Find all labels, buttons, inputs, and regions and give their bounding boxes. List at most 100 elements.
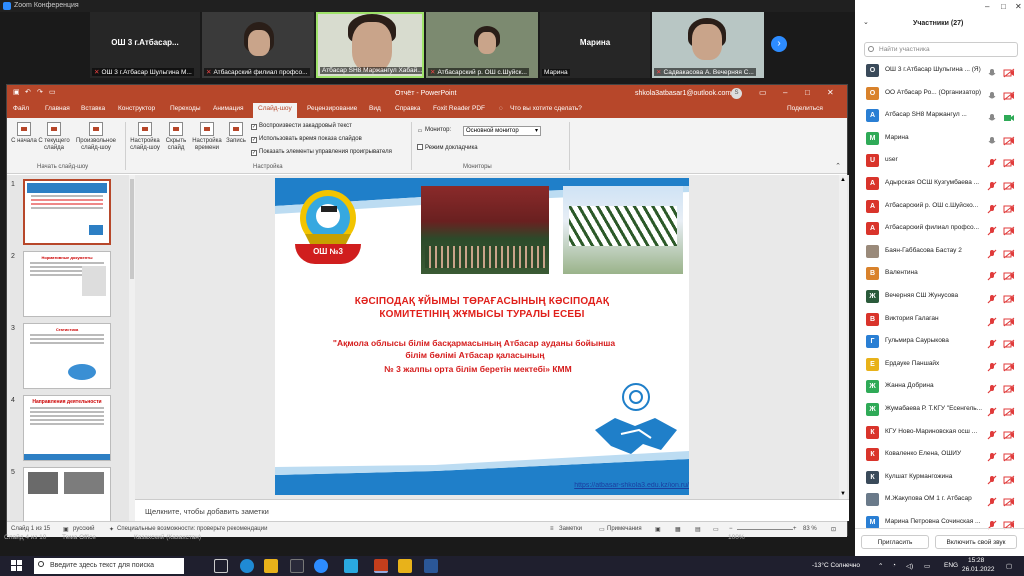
participant-row[interactable]: Ж Жанна Добрина	[863, 376, 1019, 398]
folder-icon[interactable]	[398, 559, 412, 573]
chevron-down-icon[interactable]: ⌄	[863, 18, 869, 26]
zoom-taskbar-icon[interactable]	[314, 559, 328, 573]
camera-off-icon[interactable]	[1003, 268, 1015, 281]
fit-slide-icon[interactable]: ⊡	[831, 526, 836, 533]
minimize-icon[interactable]: –	[783, 88, 787, 97]
save-icon[interactable]: ▣	[13, 88, 20, 96]
camera-off-icon[interactable]	[1003, 88, 1015, 100]
participant-row[interactable]: О ОО Атбасар Ро... (Организатор)	[863, 83, 1019, 105]
participant-row[interactable]: К Коваленко Елена, ОШИУ	[863, 444, 1019, 466]
clock-date[interactable]: 26.01.2022	[962, 566, 995, 573]
close-icon[interactable]: ✕	[827, 88, 834, 97]
participant-search-input[interactable]: Найти участника	[864, 42, 1018, 57]
comments-toggle[interactable]: Примечания	[607, 526, 642, 532]
tray-chevron-icon[interactable]: ⌃	[878, 562, 883, 570]
presenter-view-checkbox[interactable]: Режим докладчика	[417, 144, 478, 151]
camera-off-icon[interactable]	[1003, 246, 1015, 259]
camera-off-icon[interactable]	[1003, 494, 1015, 507]
hide-slide-button[interactable]: Скрыть слайд	[163, 122, 189, 152]
zoom-level[interactable]: 83 %	[803, 526, 817, 532]
camera-off-icon[interactable]	[1003, 449, 1015, 462]
tab-insert[interactable]: Вставка	[81, 105, 105, 112]
custom-show-button[interactable]: Произвольное слайд-шоу	[71, 122, 121, 152]
video-tile-5[interactable]: Марина Марина	[540, 12, 650, 78]
microphone-muted-icon[interactable]	[987, 517, 997, 530]
camera-off-icon[interactable]	[1003, 381, 1015, 394]
setup-show-button[interactable]: Настройка слайд-шоу	[127, 122, 163, 152]
video-tile-3-active-speaker[interactable]: Атбасар SH8 Маржангул Хабай...	[316, 12, 424, 78]
next-page-arrow-icon[interactable]: ›	[771, 36, 787, 52]
volume-icon[interactable]: ◁)	[906, 562, 913, 570]
microphone-muted-icon[interactable]	[987, 472, 997, 485]
scroll-up-icon[interactable]: ▲	[840, 177, 846, 183]
account-avatar[interactable]: S	[731, 88, 742, 99]
microphone-muted-icon[interactable]	[987, 223, 997, 236]
maximize-icon[interactable]: □	[805, 88, 810, 97]
camera-off-icon[interactable]	[1003, 472, 1015, 485]
accessibility-status[interactable]: Специальные возможности: проверьте реком…	[117, 526, 267, 532]
participant-row[interactable]: А Адырская ОСШ Кузгумбаева ...	[863, 173, 1019, 195]
account-email[interactable]: shkola3atbasar1@outlook.com	[635, 90, 731, 97]
zoom-in-icon[interactable]: +	[793, 526, 797, 532]
microphone-muted-icon[interactable]	[987, 201, 997, 214]
telegram-icon[interactable]	[344, 559, 358, 573]
camera-on-icon[interactable]	[1003, 110, 1015, 122]
camera-off-icon[interactable]	[1003, 427, 1015, 439]
participant-row[interactable]: Е Ердауке Паншайх	[863, 354, 1019, 376]
participant-row[interactable]: В Валентина	[863, 263, 1019, 285]
slide-link[interactable]: https://atbasar-shkola3.edu.kz/ion.ru/	[425, 482, 689, 489]
accessibility-icon[interactable]: ✦	[109, 526, 114, 533]
redo-icon[interactable]: ↷	[37, 88, 43, 96]
slide-scrollbar[interactable]: ▲ ▼	[839, 175, 847, 499]
slide-sorter-icon[interactable]: ▦	[675, 526, 681, 533]
camera-off-icon[interactable]	[1003, 291, 1015, 304]
tab-home[interactable]: Главная	[45, 105, 70, 112]
present-icon[interactable]: ▭	[49, 88, 56, 96]
microphone-muted-icon[interactable]	[987, 404, 997, 417]
rehearse-timings-button[interactable]: Настройка времени	[191, 122, 223, 152]
camera-off-icon[interactable]	[1003, 359, 1015, 372]
camera-off-icon[interactable]	[1003, 223, 1015, 236]
participant-row[interactable]: М Марина	[863, 128, 1019, 150]
participant-row[interactable]: Баян-Габбасова Бастау 2	[863, 241, 1019, 263]
microphone-muted-icon[interactable]	[987, 359, 997, 372]
scroll-down-icon[interactable]: ▼	[840, 491, 846, 497]
reading-view-icon[interactable]: ▤	[695, 526, 701, 533]
windows-start-icon[interactable]	[11, 560, 23, 572]
play-narrations-checkbox[interactable]: ✓ Воспроизвести закадровый текст	[251, 123, 352, 130]
edge-icon[interactable]	[240, 559, 254, 573]
tab-file[interactable]: Файл	[13, 105, 29, 112]
share-button[interactable]: Поделиться	[787, 105, 823, 112]
slide-thumbnail-5[interactable]	[23, 467, 111, 521]
camera-off-icon[interactable]	[1003, 404, 1015, 417]
participant-row[interactable]: А Атбасарский филиал профсо...	[863, 218, 1019, 240]
notifications-icon[interactable]: ▢	[1006, 562, 1012, 570]
video-tile-1[interactable]: ОШ 3 г.Атбасар... ✕ ОШ 3 г.Атбасар Шульги…	[90, 12, 200, 78]
microphone-muted-icon[interactable]	[987, 291, 997, 304]
participant-row[interactable]: Ж Вечерняя СШ Жунусова	[863, 286, 1019, 308]
file-explorer-icon[interactable]	[264, 559, 278, 573]
participant-row[interactable]: О ОШ 3 г.Атбасар Шульгина ... (Я)	[863, 60, 1019, 82]
weather-widget[interactable]: -13°C Солнечно	[812, 562, 860, 569]
normal-view-icon[interactable]: ▣	[655, 526, 661, 533]
camera-off-icon[interactable]	[1003, 517, 1015, 530]
tab-review[interactable]: Рецензирование	[307, 105, 357, 112]
tab-slideshow[interactable]: Слайд-шоу	[253, 103, 297, 118]
camera-off-icon[interactable]	[1003, 336, 1015, 349]
zoom-out-icon[interactable]: −	[729, 526, 733, 532]
microphone-on-icon[interactable]	[987, 65, 997, 76]
from-start-button[interactable]: С начала	[11, 122, 37, 145]
camera-off-icon[interactable]	[1003, 201, 1015, 213]
microphone-muted-icon[interactable]	[987, 246, 997, 259]
participant-row[interactable]: К КГУ Ново-Мариновская осш ...	[863, 422, 1019, 444]
undo-icon[interactable]: ↶	[25, 88, 31, 96]
store-icon[interactable]	[290, 559, 304, 573]
microphone-muted-icon[interactable]	[987, 381, 997, 394]
clock-time[interactable]: 15:28	[968, 557, 984, 564]
language-indicator[interactable]: русский	[73, 526, 95, 532]
microphone-muted-icon[interactable]	[987, 427, 997, 440]
invite-button[interactable]: Пригласить	[861, 535, 929, 549]
microphone-muted-icon[interactable]	[987, 449, 997, 462]
microphone-muted-icon[interactable]	[987, 268, 997, 281]
microphone-muted-icon[interactable]	[987, 314, 997, 327]
